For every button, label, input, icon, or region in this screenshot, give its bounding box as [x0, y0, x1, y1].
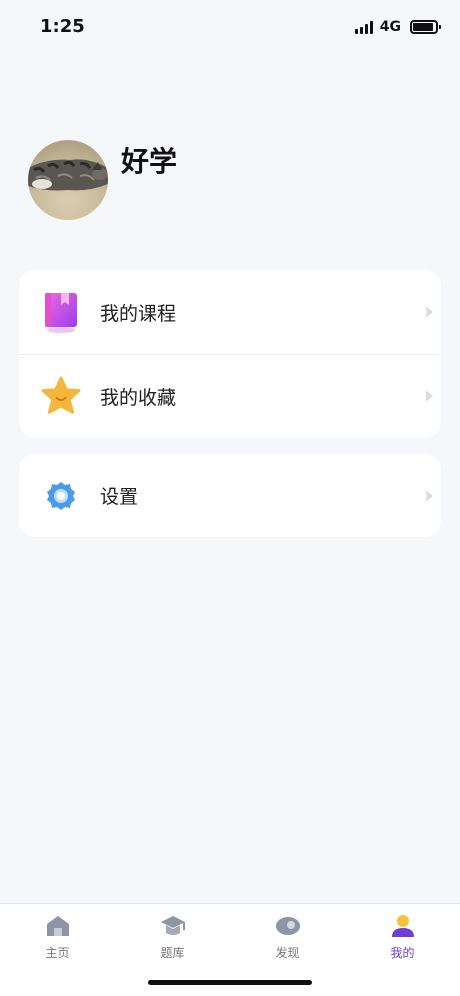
username: 好学 — [121, 145, 178, 178]
menu-item-label: 设置 — [100, 486, 139, 508]
avatar-cat-photo — [28, 159, 108, 191]
settings-card: 设置 — [19, 454, 441, 537]
network-label: 4G — [379, 19, 401, 35]
tab-discover[interactable]: 发现 — [230, 912, 345, 961]
home-indicator[interactable] — [148, 980, 312, 985]
chevron-right-icon — [426, 489, 433, 502]
graduation-cap-icon — [159, 912, 187, 940]
menu-item-label: 我的收藏 — [100, 386, 177, 409]
avatar[interactable] — [28, 140, 108, 220]
discover-icon — [274, 912, 302, 940]
menu-item-label: 我的课程 — [100, 302, 177, 325]
battery-icon — [410, 20, 441, 34]
home-icon — [44, 912, 72, 940]
tab-label: 主页 — [45, 946, 70, 960]
menu-card: 我的课程 我的收藏 — [19, 270, 441, 438]
gear-icon — [41, 474, 81, 518]
chevron-right-icon — [426, 390, 433, 402]
menu-item-my-courses[interactable]: 我的课程 — [19, 270, 441, 354]
tab-label: 题库 — [160, 946, 185, 960]
tab-question-bank[interactable]: 题库 — [115, 912, 230, 961]
menu-item-settings[interactable]: 设置 — [19, 454, 441, 537]
user-icon — [389, 912, 417, 940]
course-book-icon — [41, 290, 81, 334]
menu-item-my-favorites[interactable]: 我的收藏 — [19, 354, 441, 438]
signal-icon — [354, 20, 373, 34]
tab-home[interactable]: 主页 — [0, 912, 115, 961]
status-indicators: 4G — [354, 19, 441, 35]
star-icon — [41, 374, 81, 418]
tab-label: 发现 — [275, 946, 300, 960]
chevron-right-icon — [426, 306, 433, 318]
tab-mine[interactable]: 我的 — [345, 912, 460, 961]
tab-label: 我的 — [390, 946, 415, 960]
status-time: 1:25 — [40, 16, 85, 37]
status-bar: 1:25 4G — [0, 0, 460, 56]
